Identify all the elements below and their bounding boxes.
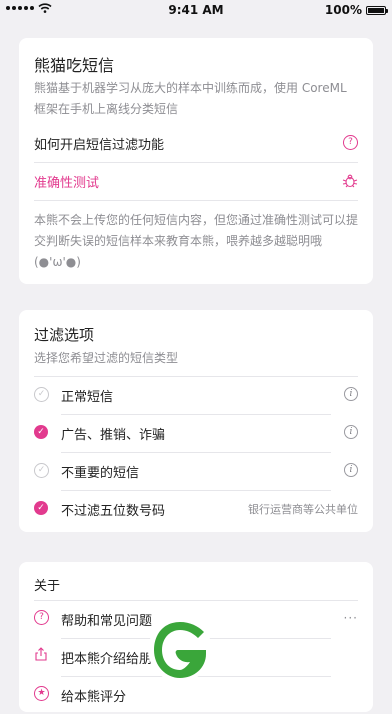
unchecked-icon[interactable]: ✓: [34, 387, 49, 402]
star-icon: ★: [34, 686, 49, 701]
option-label: 不重要的短信: [61, 466, 140, 481]
about-title: 关于: [34, 579, 61, 594]
app-title: 熊猫吃短信: [34, 56, 115, 75]
option-normal-sms[interactable]: ✓ 正常短信 i: [34, 376, 358, 414]
leaf-logo-icon: [154, 622, 206, 678]
more-icon[interactable]: ···: [344, 611, 358, 625]
option-skip-five-digit[interactable]: ✓ 不过滤五位数号码 银行运营商等公共单位: [34, 490, 358, 528]
filter-options-card: 过滤选项 选择您希望过滤的短信类型 ✓ 正常短信 i ✓ 广告、推销、诈骗 i …: [19, 310, 373, 532]
app-logo: [148, 618, 212, 682]
how-to-enable-label: 如何开启短信过滤功能: [34, 138, 165, 153]
help-faq-label: 帮助和常见问题: [61, 614, 153, 629]
option-label: 不过滤五位数号码: [61, 504, 166, 519]
bug-icon: [342, 174, 358, 188]
filter-options-subtitle: 选择您希望过滤的短信类型: [34, 351, 179, 365]
how-to-enable-row[interactable]: 如何开启短信过滤功能 ?: [34, 124, 358, 162]
app-description: 熊猫基于机器学习从庞大的样本中训练而成，使用 CoreML 框架在手机上离线分类…: [34, 81, 347, 116]
battery-status: 100%: [324, 3, 388, 17]
option-label: 广告、推销、诈骗: [61, 428, 166, 443]
status-bar: 9:41 AM 100%: [0, 0, 392, 20]
accuracy-test-label: 准确性测试: [34, 176, 100, 191]
unchecked-icon[interactable]: ✓: [34, 463, 49, 478]
checked-icon[interactable]: ✓: [34, 425, 48, 439]
option-label: 正常短信: [61, 390, 114, 405]
info-icon[interactable]: i: [344, 463, 358, 477]
share-icon: [35, 647, 47, 661]
question-circle-icon: ?: [343, 135, 358, 150]
question-circle-icon: ?: [34, 610, 49, 625]
intro-card: 熊猫吃短信 熊猫基于机器学习从庞大的样本中训练而成，使用 CoreML 框架在手…: [19, 38, 373, 284]
option-hint: 银行运营商等公共单位: [248, 503, 358, 516]
accuracy-test-row[interactable]: 准确性测试: [34, 162, 358, 200]
info-icon[interactable]: i: [344, 425, 358, 439]
battery-icon: [366, 5, 388, 15]
filter-options-title: 过滤选项: [34, 326, 95, 344]
info-icon[interactable]: i: [344, 387, 358, 401]
privacy-note: 本熊不会上传您的任何短信内容，但您通过准确性测试可以提交判断失误的短信样本来教育…: [34, 213, 359, 269]
option-unimportant-sms[interactable]: ✓ 不重要的短信 i: [34, 452, 358, 490]
option-ads-spam[interactable]: ✓ 广告、推销、诈骗 i: [34, 414, 358, 452]
checked-icon[interactable]: ✓: [34, 501, 48, 515]
battery-percent: 100%: [324, 3, 362, 17]
divider: [34, 200, 358, 201]
